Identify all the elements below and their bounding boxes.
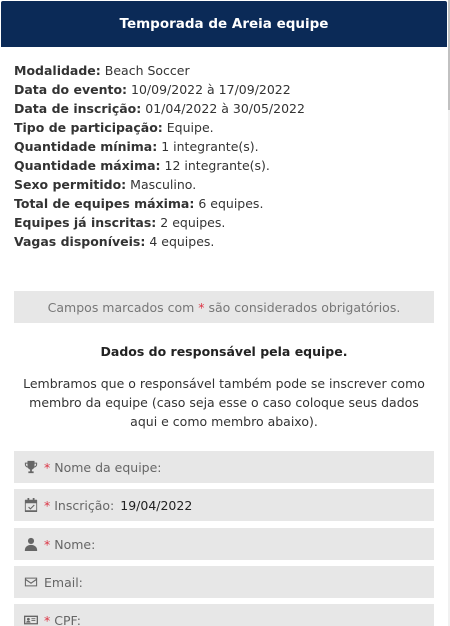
field-label: Nome da equipe: xyxy=(54,459,162,475)
detail-row-data-evento: Data do evento: 10/09/2022 à 17/09/2022 xyxy=(14,80,434,99)
field-label: Inscrição: xyxy=(54,497,115,513)
envelope-icon xyxy=(24,575,38,589)
detail-row-modalidade: Modalidade: Beach Soccer xyxy=(14,61,434,80)
detail-value: Equipe. xyxy=(166,120,214,135)
inscricao-date-field[interactable]: * Inscrição: 19/04/2022 xyxy=(14,489,434,521)
detail-value: Beach Soccer xyxy=(104,63,190,78)
page-title: Temporada de Areia equipe xyxy=(119,16,329,32)
required-star: * xyxy=(44,536,51,552)
detail-label: Tipo de participação: xyxy=(14,120,163,135)
detail-label: Data do evento: xyxy=(14,82,128,97)
detail-label: Data de inscrição: xyxy=(14,101,142,116)
detail-row-qtd-maxima: Quantidade máxima: 12 integrante(s). xyxy=(14,156,434,175)
note-prefix: Campos marcados com xyxy=(47,299,199,315)
nome-input[interactable]: * Nome: xyxy=(14,528,434,560)
detail-row-tipo: Tipo de participação: Equipe. xyxy=(14,118,434,137)
required-star: * xyxy=(44,612,51,626)
calendar-check-icon xyxy=(24,498,38,512)
detail-label: Total de equipes máxima: xyxy=(14,196,195,211)
detail-value: 4 equipes. xyxy=(149,234,215,249)
detail-label: Quantidade máxima: xyxy=(14,158,161,173)
required-fields-note: Campos marcados com * são considerados o… xyxy=(14,291,434,323)
field-label: Email: xyxy=(44,574,83,590)
detail-value: 01/04/2022 à 30/05/2022 xyxy=(145,101,305,116)
detail-label: Sexo permitido: xyxy=(14,177,127,192)
cpf-input[interactable]: * CPF: xyxy=(14,604,434,626)
detail-value: 12 integrante(s). xyxy=(164,158,270,173)
id-card-icon xyxy=(24,613,38,626)
detail-row-data-inscricao: Data de inscrição: 01/04/2022 à 30/05/20… xyxy=(14,99,434,118)
detail-value: 6 equipes. xyxy=(198,196,264,211)
section-description: Lembramos que o responsável também pode … xyxy=(23,376,425,429)
section-title: Dados do responsável pela equipe. xyxy=(100,344,348,359)
required-star: * xyxy=(44,497,51,513)
field-label: CPF: xyxy=(54,612,81,626)
field-value: 19/04/2022 xyxy=(120,497,193,513)
detail-label: Quantidade mínima: xyxy=(14,139,158,154)
field-label: Nome: xyxy=(54,536,96,552)
detail-label: Equipes já inscritas: xyxy=(14,215,157,230)
modal-header: Temporada de Areia equipe xyxy=(1,1,447,47)
detail-value: 1 integrante(s). xyxy=(161,139,259,154)
detail-row-total-equipes: Total de equipes máxima: 6 equipes. xyxy=(14,194,434,213)
detail-label: Modalidade: xyxy=(14,63,101,78)
note-suffix: são considerados obrigatórios. xyxy=(204,299,401,315)
detail-row-vagas: Vagas disponíveis: 4 equipes. xyxy=(14,232,434,251)
email-input[interactable]: Email: xyxy=(14,566,434,598)
detail-label: Vagas disponíveis: xyxy=(14,234,146,249)
detail-value: Masculino. xyxy=(130,177,197,192)
trophy-icon xyxy=(24,460,38,474)
modal-frame: Temporada de Areia equipe Modalidade: Be… xyxy=(0,0,448,626)
detail-row-sexo: Sexo permitido: Masculino. xyxy=(14,175,434,194)
user-icon xyxy=(24,537,38,551)
required-star: * xyxy=(44,459,51,475)
team-name-input[interactable]: * Nome da equipe: xyxy=(14,451,434,483)
detail-row-inscritas: Equipes já inscritas: 2 equipes. xyxy=(14,213,434,232)
detail-value: 10/09/2022 à 17/09/2022 xyxy=(131,82,291,97)
detail-value: 2 equipes. xyxy=(160,215,226,230)
detail-row-qtd-minima: Quantidade mínima: 1 integrante(s). xyxy=(14,137,434,156)
event-details: Modalidade: Beach Soccer Data do evento:… xyxy=(14,61,434,251)
